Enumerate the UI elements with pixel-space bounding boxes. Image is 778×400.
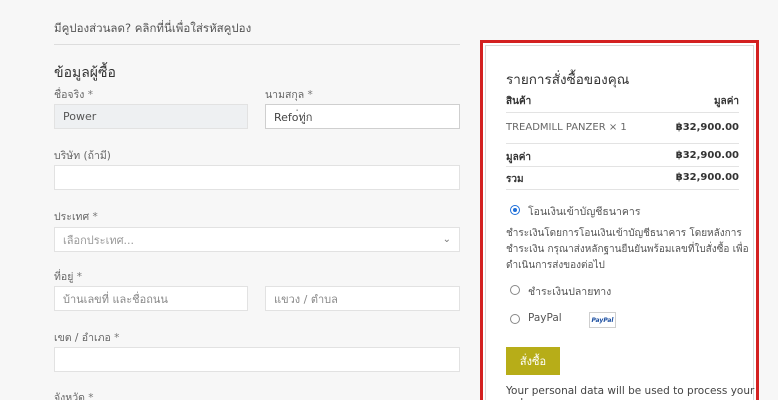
last-name-input[interactable]: Refo่ทู่ก [265, 104, 460, 129]
coupon-link[interactable]: มีคูปองส่วนลด? คลิกที่นี่เพื่อใส่รหัสคูป… [54, 20, 460, 38]
item-name-cell: TREADMILL PANZER × 1 [506, 122, 627, 133]
province-label-text: จังหวัด [54, 392, 85, 400]
last-name-label-text: นามสกุล [265, 89, 305, 101]
bank-transfer-radio[interactable] [510, 205, 520, 215]
country-select[interactable]: เลือกประเทศ... ⌄ [54, 227, 460, 252]
last-name-label: นามสกุล * [265, 86, 313, 103]
subtotal-label: มูลค่า [506, 152, 532, 163]
required-mark: * [114, 332, 120, 344]
cod-label[interactable]: ชำระเงินปลายทาง [528, 283, 611, 300]
bank-transfer-label[interactable]: โอนเงินเข้าบัญชีธนาคาร [528, 203, 640, 220]
divider [506, 143, 739, 144]
item-price: ฿32,900.00 [675, 122, 739, 133]
order-review-panel: รายการสั่งซื้อของคุณ สินค้า มูลค่า TREAD… [480, 40, 759, 400]
col-product-header: สินค้า [506, 96, 532, 107]
order-table-header: สินค้า มูลค่า [506, 94, 739, 109]
divider [506, 112, 739, 113]
paypal-radio[interactable] [510, 314, 520, 324]
col-total-header: มูลค่า [713, 96, 739, 107]
total-label: รวม [506, 174, 524, 185]
privacy-notice: Your personal data will be used to proce… [506, 385, 755, 400]
paypal-logo-icon: PayPal [589, 312, 616, 328]
total-row: รวม ฿32,900.00 [506, 172, 739, 187]
divider [506, 166, 739, 167]
district-label: เขต / อำเภอ * [54, 329, 119, 346]
company-input[interactable] [54, 165, 460, 190]
country-select-value: เลือกประเทศ... [63, 233, 135, 247]
order-item-row: TREADMILL PANZER × 1 ฿32,900.00 [506, 122, 739, 133]
bank-transfer-description: ชำระเงินโดยการโอนเงินเข้าบัญชีธนาคาร โดย… [506, 228, 749, 271]
divider [54, 44, 460, 45]
country-label: ประเทศ * [54, 208, 98, 225]
item-name: TREADMILL PANZER [506, 122, 606, 133]
first-name-input[interactable]: Power [54, 104, 248, 129]
address-line1-input[interactable]: บ้านเลขที่ และชื่อถนน [54, 286, 248, 311]
required-mark: * [307, 89, 313, 101]
order-review-box: รายการสั่งซื้อของคุณ สินค้า มูลค่า TREAD… [485, 45, 754, 400]
required-mark: * [92, 211, 98, 223]
paypal-label[interactable]: PayPal [528, 312, 562, 324]
district-input[interactable] [54, 347, 460, 372]
divider [506, 189, 739, 190]
address-label-text: ที่อยู่ [54, 271, 74, 283]
address-label: ที่อยู่ * [54, 268, 82, 285]
required-mark: * [88, 392, 94, 400]
district-label-text: เขต / อำเภอ [54, 332, 111, 344]
required-mark: * [87, 89, 93, 101]
billing-heading: ข้อมูลผู้ซื้อ [54, 65, 116, 81]
address-subdistrict-input[interactable]: แขวง / ตำบล [265, 286, 460, 311]
order-title: รายการสั่งซื้อของคุณ [506, 72, 630, 88]
subtotal-value: ฿32,900.00 [675, 150, 739, 161]
chevron-down-icon: ⌄ [442, 234, 451, 245]
required-mark: * [76, 271, 82, 283]
place-order-button[interactable]: สั่งซื้อ [506, 347, 560, 375]
cod-radio[interactable] [510, 285, 520, 295]
company-label: บริษัท (ถ้ามี) [54, 150, 111, 162]
item-qty: × 1 [608, 122, 627, 133]
first-name-label-text: ชื่อจริง [54, 89, 85, 101]
total-value: ฿32,900.00 [675, 172, 739, 183]
subtotal-row: มูลค่า ฿32,900.00 [506, 150, 739, 165]
country-label-text: ประเทศ [54, 211, 90, 223]
province-label: จังหวัด * [54, 389, 94, 400]
first-name-label: ชื่อจริง * [54, 86, 93, 103]
